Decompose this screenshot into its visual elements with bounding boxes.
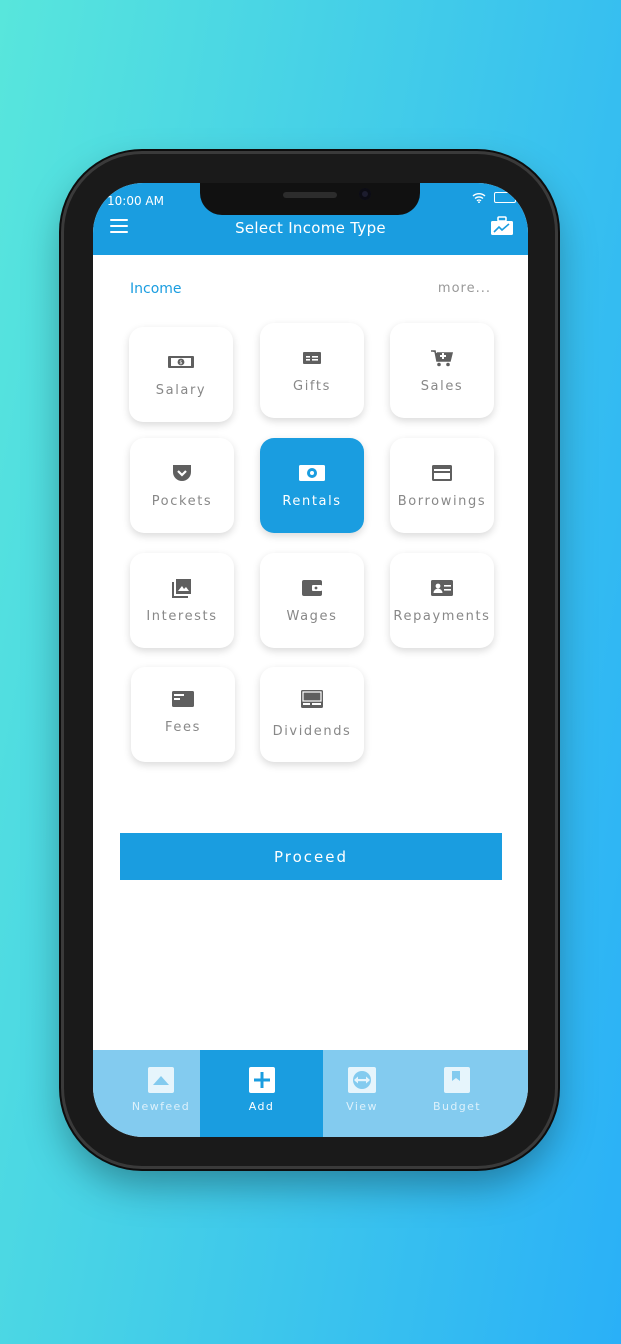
bottom-tab-bar: Newfeed Add View Budget: [93, 1050, 528, 1137]
speaker-grille: [283, 192, 337, 198]
tile-wages[interactable]: Wages: [260, 553, 364, 648]
tile-salary[interactable]: $ Salary: [129, 327, 233, 422]
tile-label: Interests: [146, 609, 218, 624]
proceed-button[interactable]: Proceed: [120, 833, 502, 880]
pocket-icon: [173, 465, 191, 481]
tab-newfeed[interactable]: Newfeed: [123, 1050, 199, 1137]
app-header: 10:00 AM Select Income Type: [93, 183, 528, 255]
tab-label: Add: [248, 1100, 275, 1113]
tile-label: Repayments: [393, 609, 491, 624]
tile-label: Gifts: [293, 379, 331, 394]
newsfeed-icon: [148, 1067, 174, 1093]
tile-label: Fees: [165, 720, 201, 735]
id-card-icon: [431, 580, 453, 596]
device-notch: [200, 183, 420, 215]
tile-borrowings[interactable]: Borrowings: [390, 438, 494, 533]
tab-label: Budget: [433, 1100, 481, 1113]
svg-text:$: $: [179, 360, 182, 366]
tile-label: Borrowings: [397, 494, 487, 509]
briefcase-chart-icon[interactable]: [490, 216, 514, 236]
tab-add[interactable]: Add: [200, 1050, 323, 1137]
tile-dividends[interactable]: Dividends: [260, 667, 364, 762]
tab-view[interactable]: View: [324, 1050, 400, 1137]
bookmark-icon: [444, 1067, 470, 1093]
cart-icon: [431, 350, 454, 367]
tile-repayments[interactable]: Repayments: [390, 553, 494, 648]
credit-card-icon: [432, 465, 452, 481]
tile-label: Rentals: [282, 494, 342, 509]
money-bill-icon: $: [168, 356, 194, 368]
tile-gifts[interactable]: Gifts: [260, 323, 364, 418]
tab-label: View: [346, 1100, 378, 1113]
tile-label: Pockets: [151, 494, 213, 509]
photo-library-icon: [172, 579, 191, 598]
wallet-icon: [302, 580, 322, 596]
add-box-icon: [248, 1067, 275, 1093]
income-section-label: Income: [130, 281, 182, 297]
tile-label: Sales: [420, 379, 464, 394]
tile-rentals[interactable]: Rentals: [260, 438, 364, 533]
tile-fees[interactable]: Fees: [131, 667, 235, 762]
tile-label: Dividends: [272, 724, 352, 739]
tile-interests[interactable]: Interests: [130, 553, 234, 648]
eye-card-icon: [299, 465, 325, 481]
tile-sales[interactable]: Sales: [390, 323, 494, 418]
power-button: [555, 368, 559, 474]
tile-label: Salary: [155, 383, 207, 398]
card-icon: [172, 691, 194, 707]
front-camera: [359, 188, 371, 200]
tile-label: Wages: [286, 609, 338, 624]
page-title: Select Income Type: [235, 219, 386, 237]
wifi-icon: [472, 193, 486, 203]
more-link[interactable]: more...: [438, 281, 491, 296]
tab-label: Newfeed: [131, 1100, 191, 1113]
status-icons: [472, 192, 519, 203]
card-reader-icon: [301, 690, 323, 708]
tab-budget[interactable]: Budget: [419, 1050, 495, 1137]
app-screen: 10:00 AM Select Income Type Income more.…: [93, 183, 528, 1137]
battery-icon: [494, 192, 519, 203]
swap-eye-icon: [348, 1067, 376, 1093]
tile-pockets[interactable]: Pockets: [130, 438, 234, 533]
status-time: 10:00 AM: [107, 194, 164, 208]
cheque-icon: [303, 352, 321, 364]
